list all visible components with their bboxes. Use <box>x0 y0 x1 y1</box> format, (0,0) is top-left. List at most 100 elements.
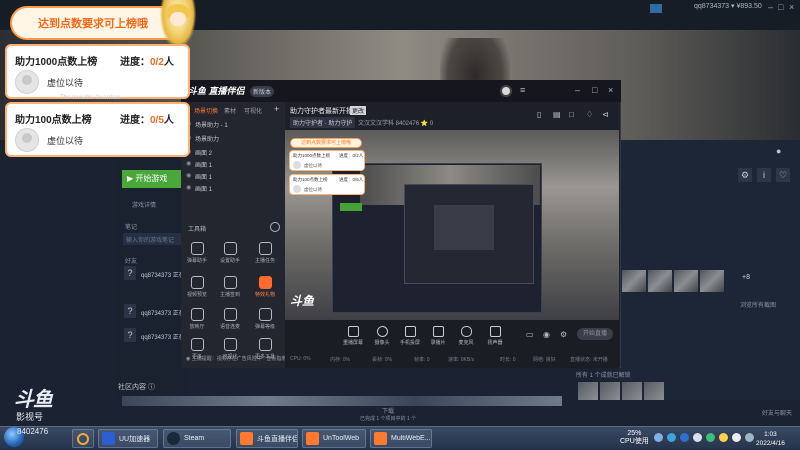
taskbar-multiweb[interactable]: MultiWebE... <box>370 429 432 448</box>
toolbox-label: 工具箱 <box>188 227 207 233</box>
more-icon[interactable] <box>270 222 280 232</box>
taskbar-pinned-app[interactable] <box>72 429 94 448</box>
minimize-button[interactable]: – <box>575 85 580 95</box>
tool-danmu[interactable]: 弹幕助手 <box>182 242 212 264</box>
play-icon <box>432 326 444 337</box>
taskbar-clock[interactable]: 1:03 2022/4/16 <box>756 430 785 448</box>
tray-app-icon[interactable] <box>706 433 715 442</box>
tab-visual[interactable]: 可视化 <box>244 106 262 115</box>
screenshot-thumb[interactable] <box>622 270 646 292</box>
eye-icon[interactable]: ◉ <box>186 160 191 167</box>
screenshot-thumb[interactable] <box>648 270 672 292</box>
preview-card-avatar <box>293 185 301 193</box>
screenshot-thumb[interactable] <box>700 270 724 292</box>
cpu-stat: CPU: 0% <box>290 356 311 362</box>
friend-avatar[interactable]: ? <box>124 328 136 342</box>
eye-icon[interactable]: ◉ <box>543 330 550 339</box>
avatar[interactable] <box>500 85 512 97</box>
download-status[interactable]: 下载 已完成 1 个项目中的 1 个 <box>360 406 416 422</box>
achievement-thumb[interactable] <box>578 382 598 400</box>
scene-item[interactable]: 场景助力 <box>195 134 219 143</box>
achievement-thumb[interactable] <box>622 382 642 400</box>
scene-item[interactable]: 画面 2 <box>195 148 212 157</box>
tab-scenes[interactable]: 场景切换 <box>194 106 218 115</box>
start-live-button[interactable]: 开始直播 <box>577 328 613 340</box>
tool-voice[interactable]: 语音连麦 <box>215 308 245 330</box>
close-button[interactable]: × <box>789 2 794 12</box>
tray-monitor-icon[interactable] <box>745 433 754 442</box>
start-game-button[interactable]: ▶ 开始游戏 <box>122 170 184 188</box>
tray-app-icon[interactable] <box>719 433 728 442</box>
screen-capture-button[interactable]: 重播屏幕 <box>339 326 367 346</box>
tool-preview[interactable]: 视频预览 <box>182 276 212 298</box>
scene-item[interactable]: 画面 1 <box>195 160 212 169</box>
share-icon[interactable]: ⊲ <box>602 110 609 119</box>
eye-icon[interactable]: ◉ <box>186 172 191 179</box>
room-title[interactable]: 助力守护者最新开播 <box>290 106 353 116</box>
tray-volume-icon[interactable] <box>732 433 741 442</box>
tool-level[interactable]: 弹幕等级 <box>250 308 280 330</box>
lock-icon[interactable]: ▤ <box>553 110 561 119</box>
speaker-button[interactable]: 扬声器 <box>481 326 509 346</box>
cpu-usage-indicator[interactable]: 25% CPU使用 <box>620 430 649 446</box>
camera-button[interactable]: 摄像头 <box>368 326 396 346</box>
gift-icon[interactable]: ▯ <box>537 110 541 119</box>
preview-card-empty: 虚位以待 <box>304 187 322 192</box>
maximize-button[interactable]: □ <box>592 85 597 95</box>
edit-room-button[interactable]: 更改 <box>350 106 367 115</box>
taskbar-steam[interactable]: Steam <box>163 429 231 448</box>
tool-cinema[interactable]: 放映厅 <box>182 308 212 330</box>
scene-item[interactable]: 画面 1 <box>195 184 212 193</box>
community-thumbnails[interactable] <box>122 396 562 406</box>
taskbar-untoolweb[interactable]: UnToolWeb <box>302 429 366 448</box>
tray-network-icon[interactable] <box>654 433 663 442</box>
maximize-button[interactable]: □ <box>778 2 783 12</box>
minimize-button[interactable]: – <box>768 2 773 12</box>
room-category[interactable]: 助力守护者 · 助力守护 <box>290 117 356 128</box>
tray-app-icon[interactable] <box>667 433 676 442</box>
phone-cast-button[interactable]: 手机投屏 <box>396 326 424 346</box>
eye-icon[interactable]: ◉ <box>186 184 191 191</box>
tab-assets[interactable]: 素材 <box>224 106 236 115</box>
close-button[interactable]: × <box>608 85 613 95</box>
tray-app-icon[interactable] <box>693 433 702 442</box>
taskbar-douyu-companion[interactable]: 斗鱼直播伴侣 <box>236 429 298 448</box>
heart-icon[interactable]: ♡ <box>776 168 790 182</box>
tool-settings[interactable]: 设置助手 <box>215 242 245 264</box>
browse-screenshots-link[interactable]: 浏览所有截图 <box>740 300 776 309</box>
notification-icon[interactable] <box>650 4 662 13</box>
achievement-thumb[interactable] <box>644 382 664 400</box>
phone-icon <box>404 326 416 337</box>
bell-icon[interactable]: ♢ <box>586 110 593 119</box>
rank-card-empty-slot: 虚位以待 <box>47 136 84 146</box>
steam-account-menu[interactable]: qq8734373 ▾ ¥893.50 <box>694 2 762 10</box>
gear-icon[interactable]: ⚙ <box>738 168 752 182</box>
microphone-button[interactable]: 麦克风 <box>452 326 480 346</box>
tool-checkin[interactable]: 主播签到 <box>215 276 245 298</box>
scene-item[interactable]: 场景助力 - 1 <box>195 120 228 129</box>
memory-stat: 内存: 0% <box>330 357 351 363</box>
version-badge[interactable]: 新版本 <box>250 86 275 97</box>
streamer-tip[interactable]: ◉ 主播提醒：视频存在广告风险中 · 查看指南 <box>186 355 286 362</box>
friends-chat-button[interactable]: 好友与聊天 <box>762 408 792 417</box>
notes-input[interactable]: 输入你的游戏笔记 <box>123 233 183 245</box>
add-scene-icon[interactable]: + <box>274 104 279 114</box>
tray-app-icon[interactable] <box>680 433 689 442</box>
info-icon[interactable]: i <box>757 168 771 182</box>
scene-item[interactable]: 画面 1 <box>195 172 212 181</box>
gear-icon[interactable]: ⚙ <box>560 330 567 339</box>
taskbar-uu-booster[interactable]: UU加速器 <box>98 429 158 448</box>
user-icon[interactable]: ● <box>776 146 781 156</box>
achievement-thumb[interactable] <box>600 382 620 400</box>
record-icon[interactable]: ▭ <box>526 330 534 339</box>
friend-avatar[interactable]: ? <box>124 304 136 318</box>
more-screenshots[interactable]: +8 <box>742 274 750 281</box>
companion-titlebar[interactable] <box>181 80 621 102</box>
recording-button[interactable]: 录播片 <box>424 326 452 346</box>
tool-tasks[interactable]: 主播任务 <box>250 242 280 264</box>
tool-gift-effects[interactable]: 特效礼物 <box>250 276 280 298</box>
cart-icon[interactable]: □ <box>569 110 574 119</box>
friend-avatar[interactable]: ? <box>124 266 136 280</box>
menu-icon[interactable]: ≡ <box>520 85 525 95</box>
screenshot-thumb[interactable] <box>674 270 698 292</box>
